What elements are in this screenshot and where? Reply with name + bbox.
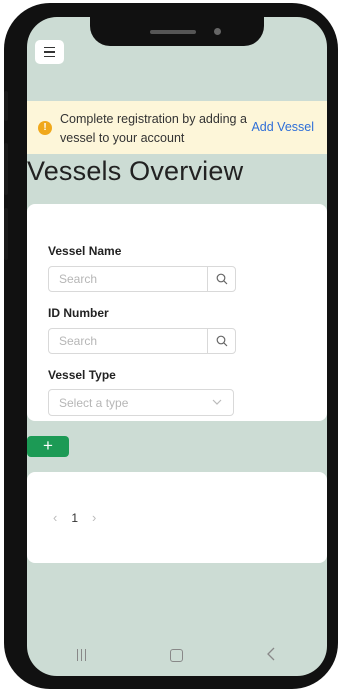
search-icon: [216, 273, 227, 285]
page-title: Vessels Overview: [27, 156, 244, 186]
vessel-type-label: Vessel Type: [48, 368, 116, 382]
menu-button[interactable]: [35, 40, 64, 64]
pagination: ‹ 1 ›: [53, 510, 96, 525]
recents-icon[interactable]: [77, 649, 86, 661]
phone-notch: [90, 17, 264, 46]
registration-banner: ! Complete registration by adding a vess…: [27, 101, 327, 154]
hamburger-menu-icon: [44, 46, 55, 49]
home-icon[interactable]: [170, 649, 183, 662]
recents-icon-bar: [81, 649, 82, 661]
front-camera: [214, 28, 221, 35]
banner-message: Complete registration by adding a vessel…: [60, 112, 247, 145]
chevron-left-icon[interactable]: ‹: [53, 510, 57, 525]
side-button: [4, 91, 8, 121]
vessel-name-search-button[interactable]: [207, 267, 235, 291]
add-vessel-button[interactable]: +: [27, 436, 69, 457]
recents-icon-bar: [85, 649, 86, 661]
vessel-name-placeholder: Search: [59, 272, 98, 286]
page-number[interactable]: 1: [71, 511, 78, 525]
search-icon: [216, 335, 227, 347]
vessel-type-select[interactable]: Select a type: [48, 389, 234, 416]
vessel-name-search-input[interactable]: Search: [48, 266, 236, 292]
id-number-search-input[interactable]: Search: [48, 328, 236, 354]
hamburger-menu-icon-line: [44, 55, 55, 58]
results-card: ‹ 1 ›: [27, 472, 327, 563]
app-screen: ! Complete registration by adding a vess…: [27, 17, 327, 676]
vessel-name-label: Vessel Name: [48, 244, 122, 258]
speaker-grille: [150, 30, 196, 34]
back-icon[interactable]: [267, 647, 275, 661]
hamburger-menu-icon-line: [44, 51, 55, 53]
filters-card: Vessel Name Search ID Number Search Vess…: [27, 204, 327, 421]
chevron-right-icon[interactable]: ›: [92, 510, 96, 525]
id-number-label: ID Number: [48, 306, 109, 320]
add-vessel-link[interactable]: Add Vessel: [251, 120, 314, 134]
id-number-placeholder: Search: [59, 334, 98, 348]
chevron-down-icon: [212, 399, 222, 405]
warning-circle-icon: !: [38, 121, 52, 135]
id-number-search-button[interactable]: [207, 329, 235, 353]
side-button: [4, 143, 8, 195]
vessel-type-placeholder: Select a type: [59, 396, 129, 410]
recents-icon-bar: [77, 649, 78, 661]
side-button: [4, 208, 8, 260]
system-nav-bar: [27, 639, 327, 676]
